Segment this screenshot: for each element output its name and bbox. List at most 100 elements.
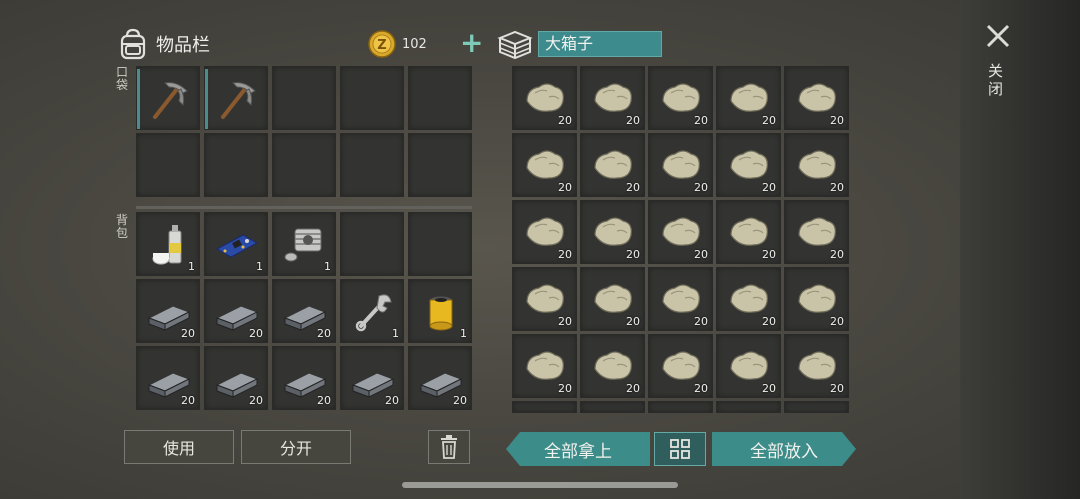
section-divider bbox=[136, 206, 472, 209]
item-slot[interactable]: 20 bbox=[340, 346, 404, 410]
item-quantity: 20 bbox=[626, 248, 640, 261]
item-slot[interactable]: 20 bbox=[136, 346, 200, 410]
item-quantity: 20 bbox=[385, 394, 399, 407]
item-quantity: 20 bbox=[626, 114, 640, 127]
empty-slot[interactable] bbox=[784, 401, 849, 413]
put-all-button[interactable]: 全部放入 bbox=[712, 432, 856, 466]
item-slot[interactable] bbox=[204, 66, 268, 130]
item-quantity: 20 bbox=[317, 327, 331, 340]
empty-slot[interactable] bbox=[272, 133, 336, 197]
item-slot[interactable]: 1 bbox=[272, 212, 336, 276]
item-slot[interactable]: 20 bbox=[204, 346, 268, 410]
trash-button[interactable] bbox=[428, 430, 470, 464]
container-header: 大箱子 bbox=[496, 28, 662, 60]
item-slot[interactable]: 20 bbox=[580, 133, 645, 197]
item-quantity: 20 bbox=[558, 315, 572, 328]
empty-slot[interactable] bbox=[408, 66, 472, 130]
item-quantity: 20 bbox=[694, 382, 708, 395]
sort-button[interactable] bbox=[654, 432, 706, 466]
empty-slot[interactable] bbox=[512, 401, 577, 413]
item-quantity: 20 bbox=[249, 394, 263, 407]
container-name: 大箱子 bbox=[538, 31, 662, 57]
item-slot[interactable]: 20 bbox=[512, 200, 577, 264]
item-quantity: 20 bbox=[317, 394, 331, 407]
item-slot[interactable]: 20 bbox=[580, 334, 645, 398]
item-quantity: 1 bbox=[256, 260, 263, 273]
close-label[interactable]: 关闭 bbox=[988, 62, 1008, 98]
item-quantity: 1 bbox=[460, 327, 467, 340]
pocket-label: 口袋 bbox=[116, 65, 129, 92]
item-slot[interactable]: 20 bbox=[272, 279, 336, 343]
split-button[interactable]: 分开 bbox=[241, 430, 351, 464]
item-slot[interactable]: 1 bbox=[204, 212, 268, 276]
item-slot[interactable]: 20 bbox=[648, 133, 713, 197]
item-slot[interactable]: 20 bbox=[648, 267, 713, 331]
add-coins-button[interactable]: + bbox=[460, 29, 483, 57]
item-slot[interactable]: 20 bbox=[716, 133, 781, 197]
backpack-icon bbox=[120, 28, 146, 60]
item-quantity: 20 bbox=[558, 248, 572, 261]
item-quantity: 20 bbox=[249, 327, 263, 340]
item-slot[interactable] bbox=[136, 66, 200, 130]
item-quantity: 20 bbox=[626, 181, 640, 194]
empty-slot[interactable] bbox=[272, 66, 336, 130]
item-slot[interactable]: 1 bbox=[136, 212, 200, 276]
item-slot[interactable]: 1 bbox=[340, 279, 404, 343]
item-quantity: 20 bbox=[830, 248, 844, 261]
item-slot[interactable]: 20 bbox=[408, 346, 472, 410]
item-quantity: 20 bbox=[181, 327, 195, 340]
item-slot[interactable]: 20 bbox=[648, 200, 713, 264]
item-quantity: 20 bbox=[626, 315, 640, 328]
item-slot[interactable]: 20 bbox=[716, 267, 781, 331]
item-slot[interactable]: 1 bbox=[408, 279, 472, 343]
item-slot[interactable]: 20 bbox=[784, 267, 849, 331]
empty-slot[interactable] bbox=[136, 133, 200, 197]
item-slot[interactable]: 20 bbox=[716, 334, 781, 398]
svg-text:Z: Z bbox=[377, 38, 386, 53]
item-slot[interactable]: 20 bbox=[648, 334, 713, 398]
item-quantity: 20 bbox=[830, 114, 844, 127]
item-slot[interactable]: 20 bbox=[716, 66, 781, 130]
empty-slot[interactable] bbox=[408, 133, 472, 197]
item-quantity: 20 bbox=[558, 382, 572, 395]
item-slot[interactable]: 20 bbox=[716, 200, 781, 264]
home-indicator[interactable] bbox=[402, 482, 678, 488]
empty-slot[interactable] bbox=[204, 133, 268, 197]
empty-slot[interactable] bbox=[716, 401, 781, 413]
item-quantity: 20 bbox=[830, 315, 844, 328]
item-slot[interactable]: 20 bbox=[580, 267, 645, 331]
item-slot[interactable]: 20 bbox=[204, 279, 268, 343]
item-slot[interactable]: 20 bbox=[784, 133, 849, 197]
item-slot[interactable]: 20 bbox=[648, 66, 713, 130]
sort-grid-icon bbox=[670, 439, 690, 459]
item-slot[interactable]: 20 bbox=[784, 334, 849, 398]
item-quantity: 20 bbox=[830, 382, 844, 395]
empty-slot[interactable] bbox=[340, 66, 404, 130]
item-slot[interactable]: 20 bbox=[580, 200, 645, 264]
coin-count: 102 bbox=[402, 36, 427, 52]
empty-slot[interactable] bbox=[648, 401, 713, 413]
item-slot[interactable]: 20 bbox=[512, 334, 577, 398]
close-icon[interactable] bbox=[984, 22, 1012, 50]
item-quantity: 20 bbox=[694, 248, 708, 261]
item-slot[interactable]: 20 bbox=[512, 267, 577, 331]
item-quantity: 20 bbox=[762, 114, 776, 127]
item-quantity: 1 bbox=[392, 327, 399, 340]
pocket-grid bbox=[136, 66, 472, 197]
item-slot[interactable]: 20 bbox=[580, 66, 645, 130]
item-quantity: 20 bbox=[694, 114, 708, 127]
item-slot[interactable]: 20 bbox=[136, 279, 200, 343]
empty-slot[interactable] bbox=[580, 401, 645, 413]
item-slot[interactable]: 20 bbox=[784, 66, 849, 130]
take-all-button[interactable]: 全部拿上 bbox=[506, 432, 650, 466]
item-slot[interactable]: 20 bbox=[784, 200, 849, 264]
item-slot[interactable]: 20 bbox=[272, 346, 336, 410]
item-slot[interactable]: 20 bbox=[512, 133, 577, 197]
use-button[interactable]: 使用 bbox=[124, 430, 234, 464]
empty-slot[interactable] bbox=[340, 212, 404, 276]
item-slot[interactable]: 20 bbox=[512, 66, 577, 130]
empty-slot[interactable] bbox=[408, 212, 472, 276]
empty-slot[interactable] bbox=[340, 133, 404, 197]
crate-icon bbox=[497, 30, 533, 60]
trash-icon bbox=[441, 435, 457, 459]
